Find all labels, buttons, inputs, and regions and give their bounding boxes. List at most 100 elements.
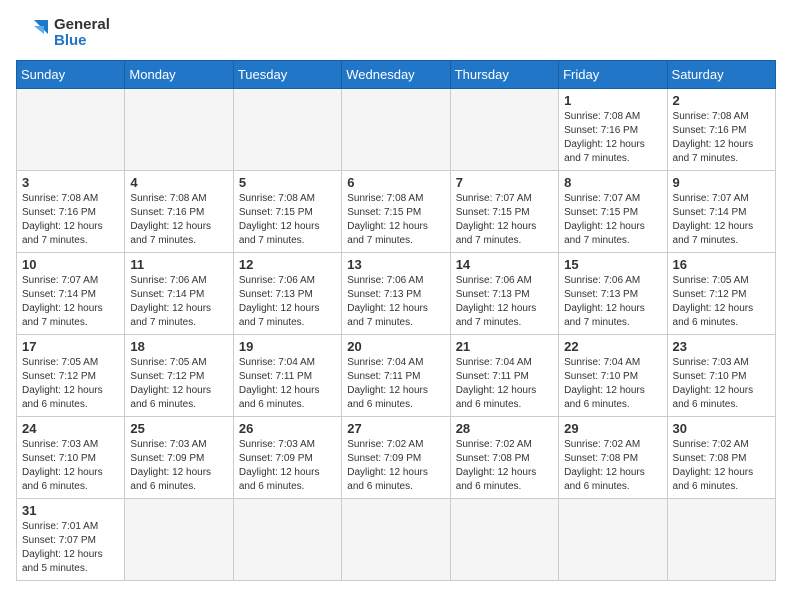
calendar-day-cell: 30 Sunrise: 7:02 AM Sunset: 7:08 PM Dayli…: [667, 417, 775, 499]
day-info: Sunrise: 7:04 AM Sunset: 7:11 PM Dayligh…: [456, 356, 553, 412]
day-number: 6: [347, 175, 444, 190]
calendar-week-row: 24 Sunrise: 7:03 AM Sunset: 7:10 PM Dayli…: [17, 417, 776, 499]
day-number: 15: [564, 257, 661, 272]
day-number: 27: [347, 421, 444, 436]
calendar-day-cell: [17, 89, 125, 171]
day-info: Sunrise: 7:02 AM Sunset: 7:08 PM Dayligh…: [673, 438, 770, 494]
calendar-day-cell: 13Sunrise: 7:06 AM Sunset: 7:13 PM Dayli…: [342, 253, 450, 335]
day-number: 28: [456, 421, 553, 436]
logo-general-text: General: [54, 17, 110, 34]
day-info: Sunrise: 7:02 AM Sunset: 7:08 PM Dayligh…: [564, 438, 661, 494]
day-info: Sunrise: 7:03 AM Sunset: 7:09 PM Dayligh…: [130, 438, 227, 494]
calendar-day-cell: [559, 499, 667, 581]
day-number: 2: [673, 93, 770, 108]
calendar-day-cell: [233, 499, 341, 581]
day-number: 31: [22, 503, 119, 518]
day-info: Sunrise: 7:06 AM Sunset: 7:13 PM Dayligh…: [456, 274, 553, 330]
day-number: 13: [347, 257, 444, 272]
day-info: Sunrise: 7:05 AM Sunset: 7:12 PM Dayligh…: [22, 356, 119, 412]
logo-graphic: [16, 16, 50, 50]
day-number: 30: [673, 421, 770, 436]
day-of-week-header: Saturday: [667, 61, 775, 89]
day-info: Sunrise: 7:07 AM Sunset: 7:15 PM Dayligh…: [564, 192, 661, 248]
calendar-day-cell: 6 Sunrise: 7:08 AM Sunset: 7:15 PM Daylig…: [342, 171, 450, 253]
day-info: Sunrise: 7:04 AM Sunset: 7:10 PM Dayligh…: [564, 356, 661, 412]
day-info: Sunrise: 7:02 AM Sunset: 7:08 PM Dayligh…: [456, 438, 553, 494]
calendar-day-cell: 18 Sunrise: 7:05 AM Sunset: 7:12 PM Dayli…: [125, 335, 233, 417]
calendar-day-cell: 16Sunrise: 7:05 AM Sunset: 7:12 PM Dayli…: [667, 253, 775, 335]
logo-container: General Blue: [16, 16, 110, 50]
day-number: 25: [130, 421, 227, 436]
day-info: Sunrise: 7:07 AM Sunset: 7:14 PM Dayligh…: [673, 192, 770, 248]
calendar-day-cell: 7 Sunrise: 7:07 AM Sunset: 7:15 PM Daylig…: [450, 171, 558, 253]
calendar-day-cell: 23Sunrise: 7:03 AM Sunset: 7:10 PM Dayli…: [667, 335, 775, 417]
logo: General Blue: [16, 16, 110, 50]
calendar-day-cell: 5Sunrise: 7:08 AM Sunset: 7:15 PM Daylig…: [233, 171, 341, 253]
day-info: Sunrise: 7:01 AM Sunset: 7:07 PM Dayligh…: [22, 520, 119, 576]
day-info: Sunrise: 7:08 AM Sunset: 7:15 PM Dayligh…: [239, 192, 336, 248]
day-number: 14: [456, 257, 553, 272]
day-info: Sunrise: 7:04 AM Sunset: 7:11 PM Dayligh…: [239, 356, 336, 412]
day-info: Sunrise: 7:05 AM Sunset: 7:12 PM Dayligh…: [130, 356, 227, 412]
calendar-day-cell: 3 Sunrise: 7:08 AM Sunset: 7:16 PM Daylig…: [17, 171, 125, 253]
calendar-day-cell: 25 Sunrise: 7:03 AM Sunset: 7:09 PM Dayli…: [125, 417, 233, 499]
calendar-day-cell: 19 Sunrise: 7:04 AM Sunset: 7:11 PM Dayli…: [233, 335, 341, 417]
calendar-day-cell: [233, 89, 341, 171]
calendar-day-cell: [342, 499, 450, 581]
day-of-week-header: Thursday: [450, 61, 558, 89]
day-number: 10: [22, 257, 119, 272]
day-number: 29: [564, 421, 661, 436]
day-info: Sunrise: 7:07 AM Sunset: 7:15 PM Dayligh…: [456, 192, 553, 248]
day-info: Sunrise: 7:06 AM Sunset: 7:14 PM Dayligh…: [130, 274, 227, 330]
day-number: 7: [456, 175, 553, 190]
day-number: 21: [456, 339, 553, 354]
day-info: Sunrise: 7:05 AM Sunset: 7:12 PM Dayligh…: [673, 274, 770, 330]
day-number: 17: [22, 339, 119, 354]
calendar-day-cell: 1Sunrise: 7:08 AM Sunset: 7:16 PM Daylig…: [559, 89, 667, 171]
calendar-table: SundayMondayTuesdayWednesdayThursdayFrid…: [16, 60, 776, 581]
page-header: General Blue: [16, 16, 776, 50]
calendar-day-cell: [342, 89, 450, 171]
day-number: 22: [564, 339, 661, 354]
calendar-day-cell: 2Sunrise: 7:08 AM Sunset: 7:16 PM Daylig…: [667, 89, 775, 171]
day-number: 26: [239, 421, 336, 436]
day-number: 4: [130, 175, 227, 190]
calendar-day-cell: [125, 499, 233, 581]
calendar-day-cell: [450, 499, 558, 581]
day-number: 19: [239, 339, 336, 354]
calendar-day-cell: [450, 89, 558, 171]
day-info: Sunrise: 7:03 AM Sunset: 7:10 PM Dayligh…: [673, 356, 770, 412]
calendar-day-cell: 26Sunrise: 7:03 AM Sunset: 7:09 PM Dayli…: [233, 417, 341, 499]
calendar-day-cell: 28 Sunrise: 7:02 AM Sunset: 7:08 PM Dayli…: [450, 417, 558, 499]
day-number: 24: [22, 421, 119, 436]
calendar-day-cell: 12Sunrise: 7:06 AM Sunset: 7:13 PM Dayli…: [233, 253, 341, 335]
calendar-day-cell: 27Sunrise: 7:02 AM Sunset: 7:09 PM Dayli…: [342, 417, 450, 499]
calendar-week-row: 31 Sunrise: 7:01 AM Sunset: 7:07 PM Dayli…: [17, 499, 776, 581]
day-number: 12: [239, 257, 336, 272]
calendar-week-row: 17 Sunrise: 7:05 AM Sunset: 7:12 PM Dayli…: [17, 335, 776, 417]
calendar-day-cell: 17 Sunrise: 7:05 AM Sunset: 7:12 PM Dayli…: [17, 335, 125, 417]
calendar-day-cell: 20Sunrise: 7:04 AM Sunset: 7:11 PM Dayli…: [342, 335, 450, 417]
calendar-day-cell: 14 Sunrise: 7:06 AM Sunset: 7:13 PM Dayli…: [450, 253, 558, 335]
day-number: 18: [130, 339, 227, 354]
day-number: 3: [22, 175, 119, 190]
calendar-day-cell: 21 Sunrise: 7:04 AM Sunset: 7:11 PM Dayli…: [450, 335, 558, 417]
day-number: 8: [564, 175, 661, 190]
day-of-week-header: Monday: [125, 61, 233, 89]
day-info: Sunrise: 7:03 AM Sunset: 7:10 PM Dayligh…: [22, 438, 119, 494]
calendar-week-row: 1Sunrise: 7:08 AM Sunset: 7:16 PM Daylig…: [17, 89, 776, 171]
day-number: 1: [564, 93, 661, 108]
calendar-day-cell: 8 Sunrise: 7:07 AM Sunset: 7:15 PM Daylig…: [559, 171, 667, 253]
calendar-day-cell: 22 Sunrise: 7:04 AM Sunset: 7:10 PM Dayli…: [559, 335, 667, 417]
day-info: Sunrise: 7:04 AM Sunset: 7:11 PM Dayligh…: [347, 356, 444, 412]
calendar-week-row: 10Sunrise: 7:07 AM Sunset: 7:14 PM Dayli…: [17, 253, 776, 335]
day-info: Sunrise: 7:08 AM Sunset: 7:16 PM Dayligh…: [22, 192, 119, 248]
day-info: Sunrise: 7:08 AM Sunset: 7:16 PM Dayligh…: [130, 192, 227, 248]
day-of-week-header: Sunday: [17, 61, 125, 89]
day-number: 11: [130, 257, 227, 272]
calendar-day-cell: 29 Sunrise: 7:02 AM Sunset: 7:08 PM Dayli…: [559, 417, 667, 499]
calendar-day-cell: [125, 89, 233, 171]
calendar-day-cell: 24 Sunrise: 7:03 AM Sunset: 7:10 PM Dayli…: [17, 417, 125, 499]
day-info: Sunrise: 7:08 AM Sunset: 7:15 PM Dayligh…: [347, 192, 444, 248]
calendar-day-cell: 9Sunrise: 7:07 AM Sunset: 7:14 PM Daylig…: [667, 171, 775, 253]
